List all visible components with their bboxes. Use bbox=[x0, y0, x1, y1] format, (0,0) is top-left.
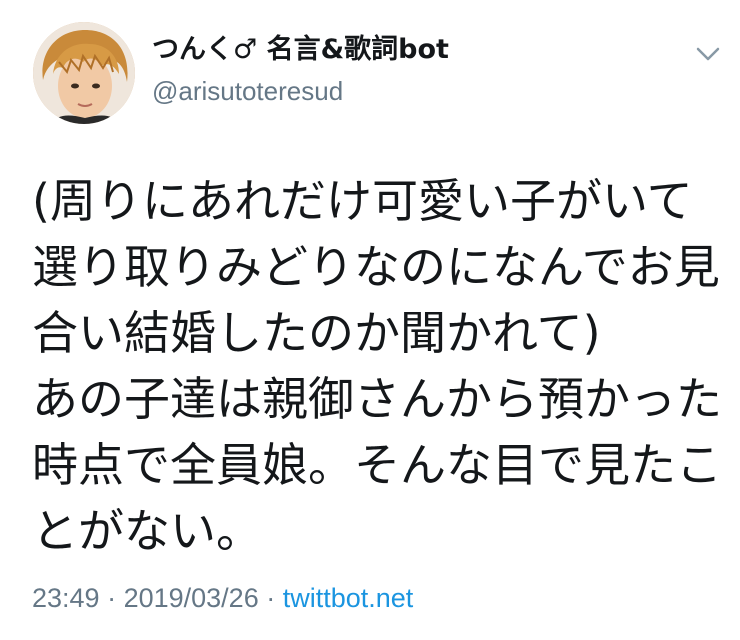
meta-separator: · bbox=[258, 583, 283, 613]
user-handle[interactable]: @arisutoteresud bbox=[152, 74, 449, 108]
tweet-meta: 23:49 · 2019/03/26 · twittbot.net bbox=[32, 580, 413, 616]
avatar[interactable] bbox=[33, 22, 135, 124]
tweet-card: つんく♂ 名言&歌詞bot @arisutoteresud (周りにあれだけ可愛… bbox=[0, 0, 740, 640]
tweet-header: つんく♂ 名言&歌詞bot @arisutoteresud bbox=[152, 32, 449, 108]
tweet-source-link[interactable]: twittbot.net bbox=[283, 583, 414, 613]
meta-separator: · bbox=[99, 583, 124, 613]
tweet-date[interactable]: 2019/03/26 bbox=[124, 583, 259, 613]
avatar-image bbox=[33, 22, 135, 124]
tweet-text: (周りにあれだけ可愛い子がいて選り取りみどりなのになんでお見合い結婚したのか聞か… bbox=[32, 174, 722, 558]
tweet-time[interactable]: 23:49 bbox=[32, 583, 100, 613]
chevron-down-icon[interactable] bbox=[694, 44, 722, 64]
display-name[interactable]: つんく♂ 名言&歌詞bot bbox=[152, 32, 449, 68]
